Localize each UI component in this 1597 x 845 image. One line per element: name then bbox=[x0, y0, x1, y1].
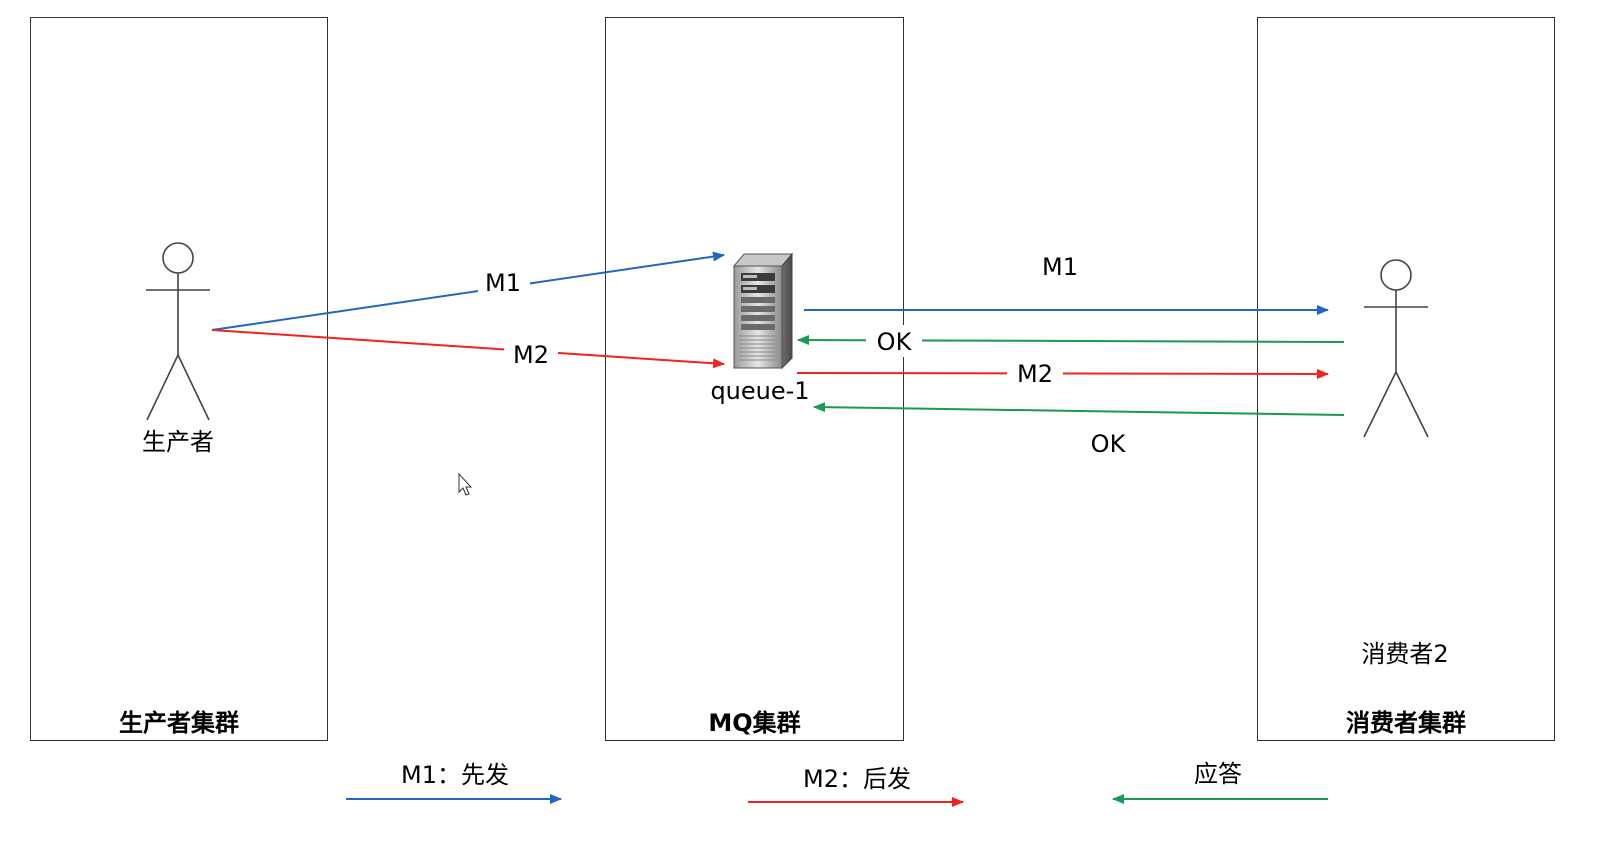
legend-m1-label: M1：先发 bbox=[401, 761, 509, 789]
consumer-actor-icon bbox=[1363, 259, 1429, 438]
legend-ack-label: 应答 bbox=[1194, 760, 1242, 788]
m1-producer-to-mq-label: M1 bbox=[485, 269, 521, 297]
legend: M1：先发 M2：后发 应答 bbox=[346, 760, 1328, 807]
ok-2-ack-arrow bbox=[813, 402, 1345, 416]
m1-producer-to-mq-arrow bbox=[211, 251, 725, 331]
ok-2-label: OK bbox=[1091, 430, 1127, 458]
m2-mq-to-consumer-label: M2 bbox=[1017, 360, 1053, 388]
m2-producer-to-mq-label: M2 bbox=[513, 341, 549, 369]
m2-producer-to-mq-arrow bbox=[211, 329, 725, 369]
producer-label: 生产者 bbox=[142, 428, 214, 456]
producer-cluster-title: 生产者集群 bbox=[119, 709, 239, 737]
m1-mq-to-consumer-label: M1 bbox=[1042, 253, 1078, 281]
server-icon bbox=[732, 252, 794, 370]
consumer-label: 消费者2 bbox=[1361, 640, 1448, 668]
producer-actor-icon bbox=[146, 242, 210, 421]
ok-1-label: OK bbox=[877, 328, 913, 356]
consumer-cluster-title: 消费者集群 bbox=[1346, 709, 1466, 737]
server-label: queue-1 bbox=[710, 377, 809, 405]
legend-m2-label: M2：后发 bbox=[803, 765, 911, 793]
mq-cluster-title: MQ集群 bbox=[708, 709, 801, 737]
mouse-cursor-icon bbox=[458, 472, 473, 496]
